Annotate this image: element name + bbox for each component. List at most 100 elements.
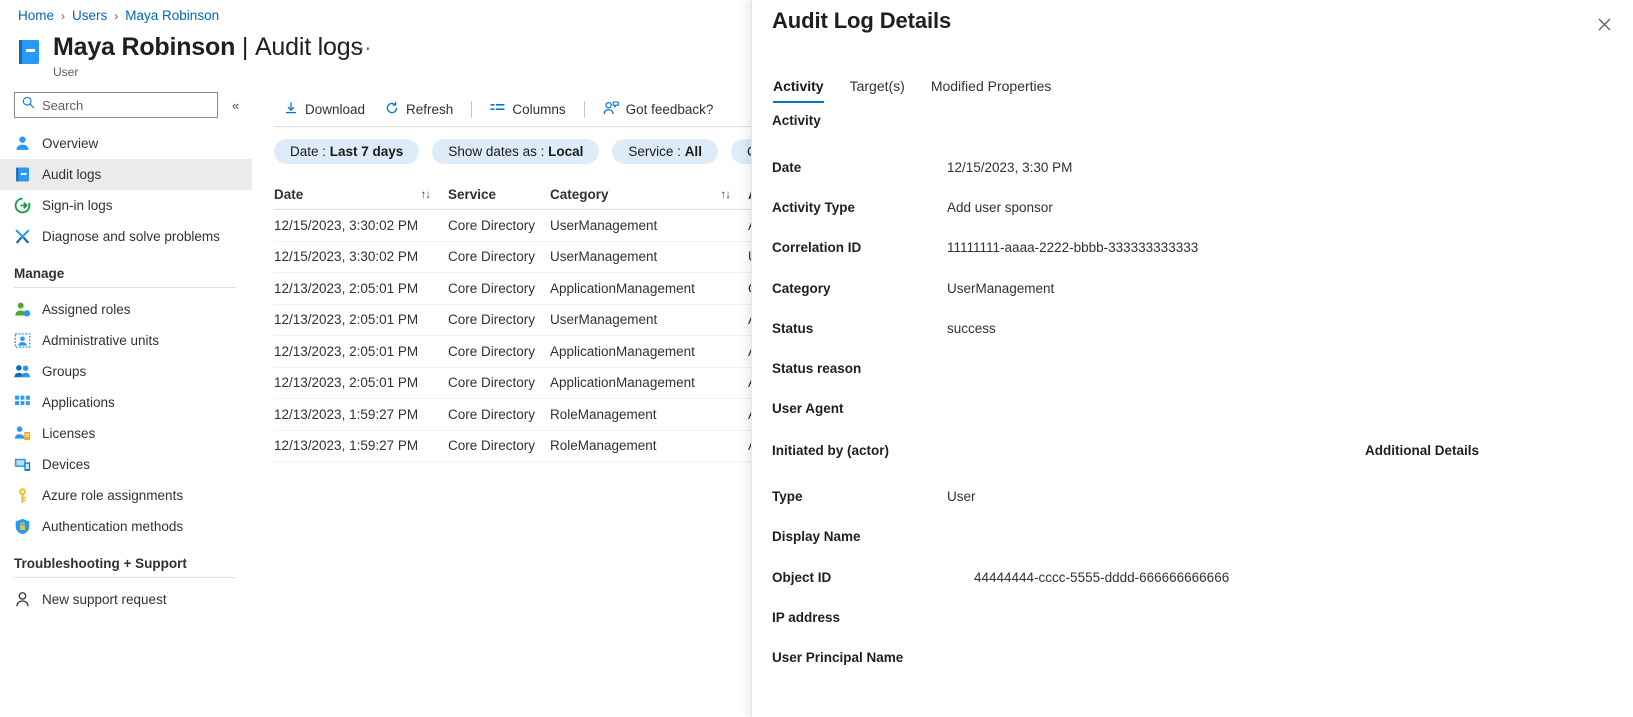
sidebar-item-administrative-units[interactable]: Administrative units	[0, 325, 252, 356]
field-label: Category	[772, 281, 831, 296]
sidebar-item-authentication-methods[interactable]: Authentication methods	[0, 511, 252, 542]
admin-unit-icon	[14, 332, 31, 349]
wrench-icon	[14, 228, 31, 245]
columns-button[interactable]: Columns	[480, 96, 575, 122]
sidebar-nav: Overview Audit logs Sign-in logs Diagnos…	[0, 128, 252, 615]
sidebar: « Overview Audit logs Sign-in logs	[0, 92, 252, 717]
cell-date: 12/13/2023, 1:59:27 PM	[274, 406, 419, 422]
collapse-sidebar-button[interactable]: «	[228, 96, 243, 115]
sidebar-item-applications[interactable]: Applications	[0, 387, 252, 418]
sidebar-item-assigned-roles[interactable]: Assigned roles	[0, 294, 252, 325]
sidebar-group-troubleshooting-support: Troubleshooting + Support	[14, 556, 187, 571]
sidebar-item-azure-role-assignments[interactable]: Azure role assignments	[0, 480, 252, 511]
feedback-person-icon	[603, 100, 619, 118]
field-value: User	[947, 489, 976, 504]
field-value: 12/15/2023, 3:30 PM	[947, 160, 1073, 175]
field-value: Add user sponsor	[947, 200, 1053, 215]
search-box[interactable]	[14, 92, 218, 118]
cell-date: 12/13/2023, 2:05:01 PM	[274, 343, 419, 359]
panel-tabs: Activity Target(s) Modified Properties	[772, 74, 1064, 103]
column-header-service[interactable]: Service	[448, 187, 550, 202]
breadcrumb: Home › Users › Maya Robinson	[18, 8, 219, 23]
cell-date: 12/13/2023, 2:05:01 PM	[274, 280, 419, 296]
shield-lock-icon	[14, 518, 31, 535]
sort-icon[interactable]: ↑↓	[721, 189, 749, 201]
field-value: 44444444-cccc-5555-dddd-666666666666	[974, 570, 1230, 585]
cell-service: Core Directory	[448, 217, 536, 233]
cell-category: ApplicationManagement	[550, 343, 695, 359]
sidebar-item-sign-in-logs[interactable]: Sign-in logs	[0, 190, 252, 221]
search-icon	[22, 96, 35, 114]
cell-service: Core Directory	[448, 375, 536, 391]
sidebar-item-diagnose-and-solve-problems[interactable]: Diagnose and solve problems	[0, 221, 252, 252]
key-icon	[14, 487, 31, 504]
got-feedback-button[interactable]: Got feedback?	[593, 96, 724, 123]
cell-category: RoleManagement	[550, 406, 657, 422]
field-label: Status	[772, 321, 814, 336]
sidebar-item-label: Assigned roles	[42, 302, 131, 317]
field-label: Activity Type	[772, 200, 856, 215]
refresh-button[interactable]: Refresh	[375, 96, 463, 123]
cell-service: Core Directory	[448, 406, 536, 422]
divider	[14, 287, 236, 288]
support-person-icon	[14, 591, 31, 608]
field-label: IP address	[772, 610, 841, 625]
close-icon[interactable]	[1593, 13, 1615, 35]
field-status-reason: Status reason	[772, 361, 947, 376]
cell-service: Core Directory	[448, 438, 536, 454]
tab-modified-properties[interactable]: Modified Properties	[918, 74, 1065, 103]
toolbar-button-label: Refresh	[406, 101, 454, 117]
tab-targets[interactable]: Target(s)	[837, 74, 918, 103]
page-title-row: Maya Robinson | Audit logs User	[16, 32, 363, 79]
column-header-date[interactable]: Date ↑↓	[274, 187, 448, 202]
breadcrumb-item-home[interactable]: Home	[18, 8, 54, 23]
field-label: Object ID	[772, 570, 832, 585]
field-activity-type: Activity Type Add user sponsor	[772, 200, 1053, 215]
sidebar-item-overview[interactable]: Overview	[0, 128, 252, 159]
field-value: success	[947, 321, 996, 336]
sidebar-item-groups[interactable]: Groups	[0, 356, 252, 387]
field-label: Status reason	[772, 361, 862, 376]
sidebar-item-licenses[interactable]: Licenses	[0, 418, 252, 449]
download-button[interactable]: Download	[274, 96, 375, 123]
refresh-icon	[385, 101, 399, 118]
breadcrumb-item-users[interactable]: Users	[72, 8, 107, 23]
download-icon	[284, 101, 298, 118]
field-category: Category UserManagement	[772, 281, 1054, 296]
column-header-category[interactable]: Category ↑↓	[550, 187, 748, 202]
sidebar-item-new-support-request[interactable]: New support request	[0, 584, 252, 615]
field-correlation-id: Correlation ID 11111111-aaaa-2222-bbbb-3…	[772, 240, 1198, 255]
sign-in-arrow-icon	[14, 197, 31, 214]
breadcrumb-item-maya-robinson[interactable]: Maya Robinson	[125, 8, 219, 23]
section-heading-activity: Activity	[772, 113, 821, 128]
cell-category: ApplicationManagement	[550, 375, 695, 391]
page-title: Maya Robinson | Audit logs	[53, 33, 363, 61]
field-label: Date	[772, 160, 802, 175]
field-label: User Agent	[772, 401, 844, 416]
tab-activity[interactable]: Activity	[772, 74, 837, 103]
cell-service: Core Directory	[448, 280, 536, 296]
divider	[14, 577, 236, 578]
sidebar-item-audit-logs[interactable]: Audit logs	[0, 159, 252, 190]
filter-chip-show-dates-as[interactable]: Show dates as : Local	[432, 139, 600, 164]
more-options-button[interactable]: ⋯	[352, 38, 372, 61]
filter-chip-date[interactable]: Date : Last 7 days	[274, 139, 420, 164]
sidebar-group-manage: Manage	[14, 266, 65, 281]
sidebar-item-label: Administrative units	[42, 333, 160, 348]
cell-category: UserManagement	[550, 312, 658, 328]
panel-title: Audit Log Details	[772, 8, 952, 33]
cell-category: UserManagement	[550, 217, 658, 233]
person-badge-icon	[14, 301, 31, 318]
sidebar-item-devices[interactable]: Devices	[0, 449, 252, 480]
search-input[interactable]	[40, 96, 200, 114]
cell-date: 12/13/2023, 1:59:27 PM	[274, 438, 419, 454]
filter-chip-service[interactable]: Service : All	[612, 139, 718, 164]
field-label: Type	[772, 489, 803, 504]
sidebar-item-label: New support request	[42, 592, 167, 607]
sidebar-item-label: Devices	[42, 457, 91, 472]
sort-icon[interactable]: ↑↓	[421, 189, 449, 201]
audit-logs-page: Home › Users › Maya Robinson Maya Robins…	[0, 0, 1633, 717]
book-icon	[14, 166, 31, 183]
columns-icon	[490, 101, 505, 117]
field-status: Status success	[772, 321, 996, 336]
